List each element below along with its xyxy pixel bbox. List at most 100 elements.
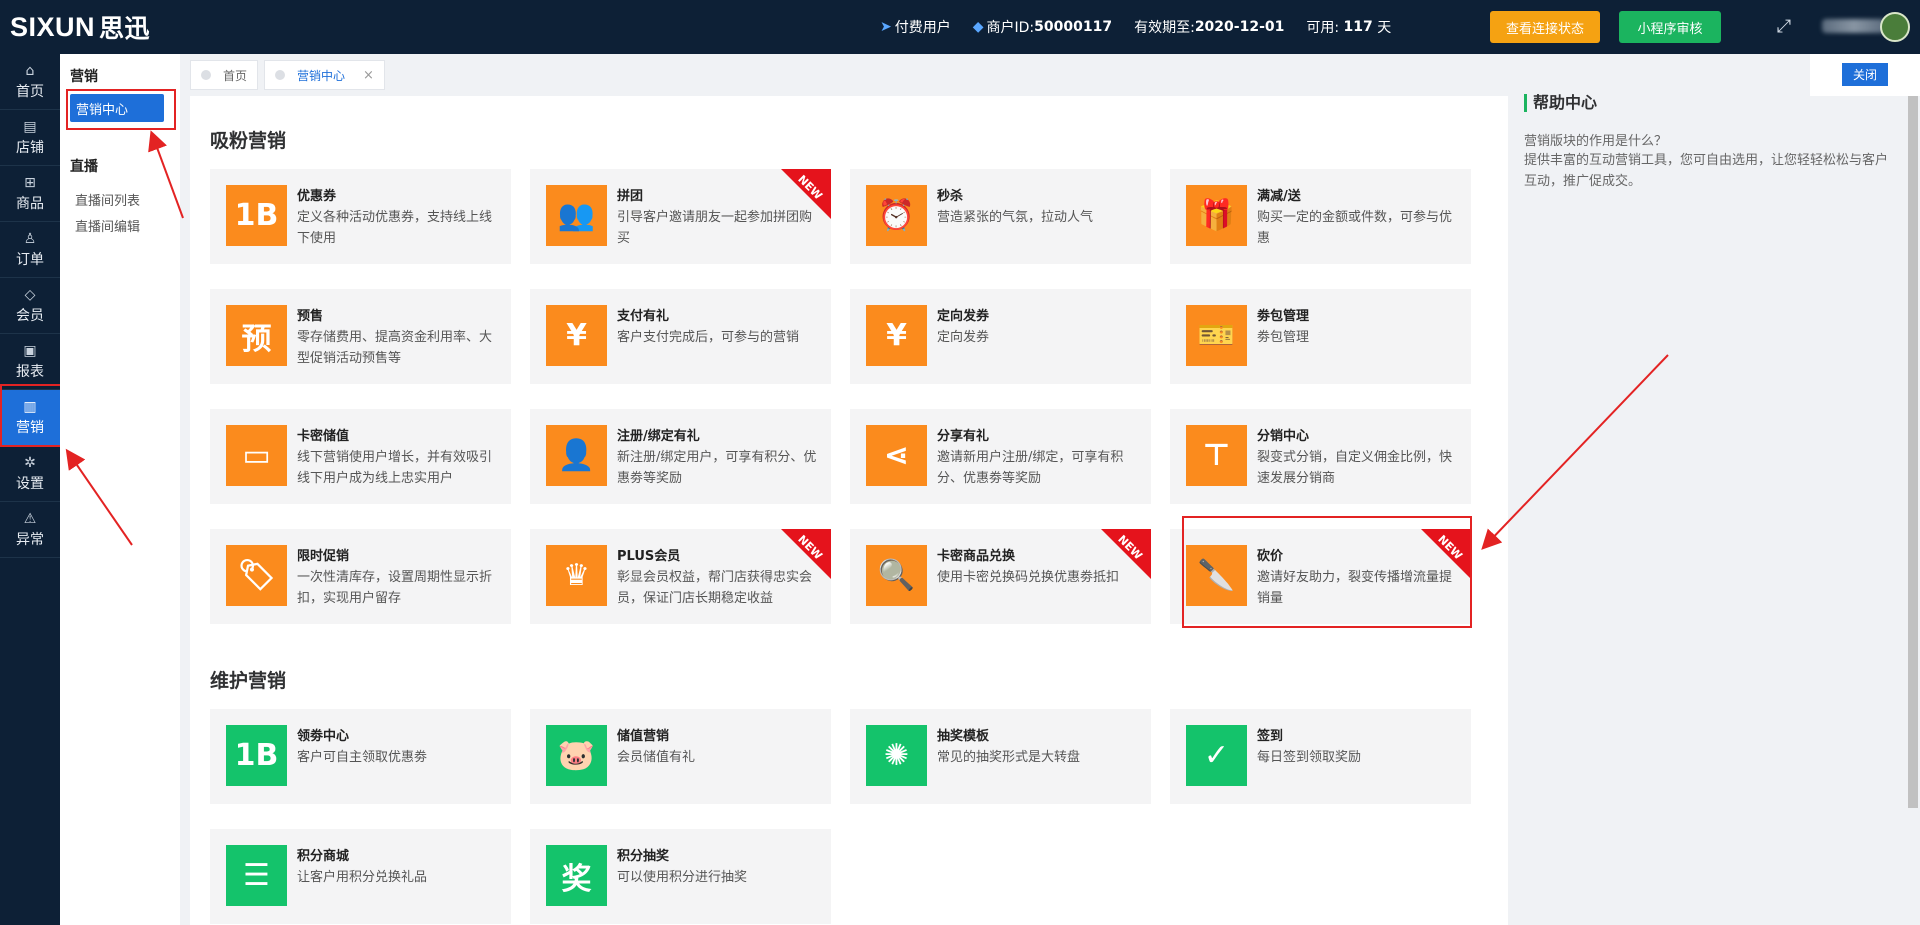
subnav-item-live-list[interactable]: 直播间列表 [60, 190, 140, 209]
nav-item-home[interactable]: ⌂ 首页 [0, 54, 60, 110]
tab-home[interactable]: 首页 [190, 60, 259, 90]
card-description: 劵包管理 [1257, 330, 1310, 345]
sub-nav: 营销 营销中心 直播 直播间列表 直播间编辑 [60, 54, 180, 925]
store-icon: ▤ [23, 118, 37, 135]
card-description: 零存储费用、提高资金利用率、大型促销活动预售等 [297, 330, 493, 366]
dot-icon [201, 70, 211, 80]
new-badge: NEW [781, 169, 831, 219]
tab-marketing-center[interactable]: 营销中心 × [264, 60, 385, 90]
help-title: 帮助中心 [1524, 94, 1597, 112]
wheel-icon: ✺ [866, 725, 927, 786]
card-title: 秒杀 [937, 189, 964, 204]
marketing-card[interactable]: ¥ 定向发券 定向发券 [850, 289, 1151, 384]
card-title: 预售 [297, 309, 324, 324]
nav-item-settings[interactable]: ✲ 设置 [0, 446, 60, 502]
card-title: 积分商城 [297, 849, 350, 864]
new-badge: NEW [1101, 529, 1151, 579]
nav-item-order[interactable]: ♙ 订单 [0, 222, 60, 278]
close-icon[interactable]: × [363, 68, 374, 83]
tab-bar: 首页 营销中心 × [190, 60, 391, 90]
nav-item-member[interactable]: ◇ 会员 [0, 278, 60, 334]
card-title: 支付有礼 [617, 309, 670, 324]
card-title: 注册/绑定有礼 [617, 429, 700, 444]
scrollbar[interactable] [1908, 96, 1918, 808]
marketing-card[interactable]: ♛ PLUS会员 彰显会员权益，帮门店获得忠实会员，保证门店长期稳定收益 NEW [530, 529, 831, 624]
card-description: 定义各种活动优惠券，支持线上线下使用 [297, 210, 493, 246]
marketing-card[interactable]: 🔍 卡密商品兑换 使用卡密兑换码兑换优惠劵抵扣 NEW [850, 529, 1151, 624]
new-badge-label: NEW [795, 172, 825, 203]
marketing-card[interactable]: ⏰ 秒杀 营造紧张的气氛，拉动人气 [850, 169, 1151, 264]
days-available: 可用: 117 天 [1306, 19, 1392, 36]
card-title: PLUS会员 [617, 549, 681, 564]
marketing-card[interactable]: ▭ 卡密储值线下营销使用户增长，并有效吸引线下用户成为线上忠实用户 [210, 409, 511, 504]
connection-status-button[interactable]: 查看连接状态 [1490, 11, 1600, 43]
help-answer: 提供丰富的互动营销工具，您可自由选用，让您轻轻松松与客户互动，推广促成交。 [1524, 153, 1889, 189]
marketing-card[interactable]: 奖积分抽奖 可以使用积分进行抽奖 [530, 829, 831, 924]
user-name-blurred[interactable] [1822, 19, 1886, 33]
section-title-maintain: 维护营销 [210, 670, 287, 692]
card-title: 拼团 [617, 189, 644, 204]
coupon-center-icon: 1B [226, 725, 287, 786]
card-title: 满减/送 [1257, 189, 1301, 204]
goods-icon: ⊞ [24, 174, 36, 191]
card-title: 优惠券 [297, 189, 337, 204]
help-close-button[interactable]: 关闭 [1842, 63, 1888, 86]
main-content: 吸粉营销 维护营销 1B 优惠券 定义各种活动优惠券，支持线上线下使用 👥 拼团 引导客户… [190, 96, 1508, 925]
avatar[interactable] [1880, 12, 1910, 42]
marketing-card[interactable]: ✺ 抽奖模板 常见的抽奖形式是大转盘 [850, 709, 1151, 804]
marketing-card[interactable]: 🐷 储值营销 会员储值有礼 [530, 709, 831, 804]
alarm-clock-icon: ⏰ [866, 185, 927, 246]
marketing-card[interactable]: 👥 拼团 引导客户邀请朋友一起参加拼团购买 NEW [530, 169, 831, 264]
marketing-card[interactable]: 🏷 限时促销 一次性清库存，设置周期性显示折扣，实现用户留存 [210, 529, 511, 624]
marketing-card[interactable]: ✓ 签到 每日签到领取奖励 [1170, 709, 1471, 804]
targeted-coupon-icon: ¥ [866, 305, 927, 366]
card-title: 卡密储值 [297, 429, 350, 444]
marketing-card[interactable]: 👤 注册/绑定有礼 新注册/绑定用户，可享有积分、优惠劵等奖励 [530, 409, 831, 504]
nav-item-goods[interactable]: ⊞ 商品 [0, 166, 60, 222]
card-description: 客户支付完成后，可参与的营销 [617, 330, 800, 345]
marketing-card[interactable]: 预预售零存储费用、提高资金利用率、大型促销活动预售等 [210, 289, 511, 384]
marketing-card[interactable]: ⊤ 分销中心 裂变式分销，自定义佣金比例，快速发展分销商 [1170, 409, 1471, 504]
gift-icon: 🎁 [1186, 185, 1247, 246]
subnav-title-marketing: 营销 [70, 69, 98, 85]
presale-icon: 预 [226, 305, 287, 366]
nav-item-exception[interactable]: ⚠ 异常 [0, 502, 60, 558]
coupon-pack-icon: 🎫 [1186, 305, 1247, 366]
nav-item-store[interactable]: ▤ 店铺 [0, 110, 60, 166]
card-description: 可以使用积分进行抽奖 [617, 870, 748, 885]
marketing-card[interactable]: ⋖ 分享有礼 邀请新用户注册/绑定，可享有积分、优惠劵等奖励 [850, 409, 1151, 504]
card-description: 线下营销使用户增长，并有效吸引线下用户成为线上忠实用户 [297, 450, 493, 486]
home-icon: ⌂ [25, 62, 35, 79]
fullscreen-icon[interactable]: ⤢ [1775, 18, 1793, 36]
card-description: 常见的抽奖形式是大转盘 [937, 750, 1081, 765]
marketing-card[interactable]: 🎫 劵包管理 劵包管理 [1170, 289, 1471, 384]
card-title: 储值营销 [617, 729, 670, 744]
bargain-card-highlight [1182, 516, 1472, 628]
subnav-title-live: 直播 [70, 159, 98, 175]
marketing-card[interactable]: ¥ 支付有礼客户支付完成后，可参与的营销 [530, 289, 831, 384]
new-badge: NEW [781, 529, 831, 579]
card-description: 邀请新用户注册/绑定，可享有积分、优惠劵等奖励 [937, 450, 1124, 486]
card-title: 限时促销 [297, 549, 350, 564]
marketing-card[interactable]: 1B 优惠券定义各种活动优惠券，支持线上线下使用 [210, 169, 511, 264]
subnav-item-live-edit[interactable]: 直播间编辑 [60, 216, 140, 235]
card-icon: ▭ [226, 425, 287, 486]
dot-icon [275, 70, 286, 80]
card-title: 分销中心 [1257, 429, 1310, 444]
card-description: 每日签到领取奖励 [1257, 750, 1362, 765]
card-title: 领劵中心 [297, 729, 350, 744]
account-info: ➤ 付费用户 ◆ 商户ID: 50000117 有效期至: 2020-12-01… [880, 0, 1413, 54]
drop-icon: ◆ [972, 19, 984, 35]
pay-gift-icon: ¥ [546, 305, 607, 366]
marketing-card[interactable]: 1B 领劵中心客户可自主领取优惠劵 [210, 709, 511, 804]
valid-until: 有效期至: 2020-12-01 [1134, 19, 1285, 36]
marketing-card[interactable]: 🎁 满减/送 购买一定的金额或件数，可参与优惠 [1170, 169, 1471, 264]
marketing-card[interactable]: ☰ 积分商城 让客户用积分兑换礼品 [210, 829, 511, 924]
nav-item-report[interactable]: ▣ 报表 [0, 334, 60, 390]
distribution-icon: ⊤ [1186, 425, 1247, 486]
card-description: 客户可自主领取优惠劵 [297, 750, 428, 765]
card-description: 新注册/绑定用户，可享有积分、优惠劵等奖励 [617, 450, 817, 486]
coupon-icon: 1B [226, 185, 287, 246]
side-nav: ⌂ 首页 ▤ 店铺 ⊞ 商品 ♙ 订单 ◇ 会员 ▣ 报表 ▥ 营销 ✲ 设置 ⚠ 异常 [0, 54, 60, 925]
miniapp-review-button[interactable]: 小程序审核 [1619, 11, 1721, 43]
